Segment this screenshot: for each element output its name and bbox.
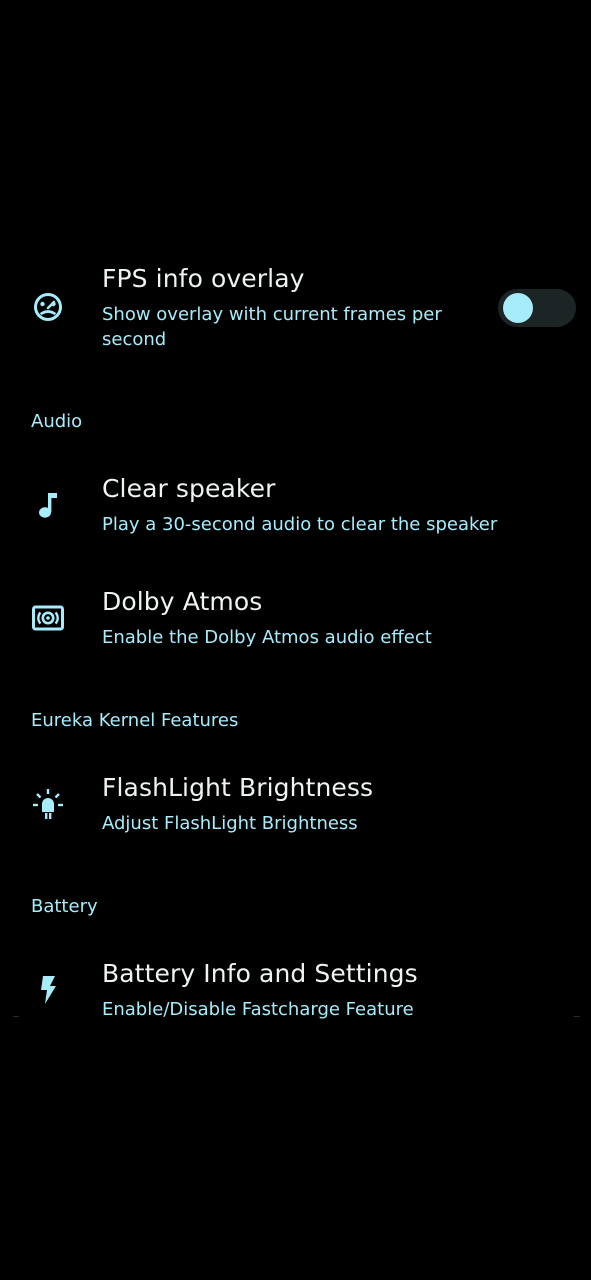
pref-clear-speaker[interactable]: Clear speaker Play a 30-second audio to … [0, 465, 591, 565]
pref-title: FPS info overlay [102, 264, 305, 293]
edge-mark-right [574, 1016, 580, 1017]
category-header-battery: Battery [31, 896, 98, 917]
pref-title: Dolby Atmos [102, 587, 263, 616]
pref-title: Battery Info and Settings [102, 959, 418, 988]
surround-sound-icon [30, 600, 66, 636]
switch-thumb [503, 293, 533, 323]
pref-summary: Enable/Disable Fastcharge Feature [102, 999, 414, 1020]
fps-overlay-switch[interactable] [498, 289, 576, 327]
pref-summary: Show overlay with current frames per sec… [102, 304, 442, 350]
pref-title: FlashLight Brightness [102, 773, 374, 802]
pref-dolby-atmos[interactable]: Dolby Atmos Enable the Dolby Atmos audio… [0, 578, 591, 678]
speedometer-face-icon [30, 289, 66, 325]
lightning-bolt-icon [30, 972, 66, 1008]
pref-title: Clear speaker [102, 474, 276, 503]
pref-battery-info[interactable]: Battery Info and Settings Enable/Disable… [0, 950, 591, 1050]
category-header-audio: Audio [31, 411, 83, 432]
pref-flashlight-brightness[interactable]: FlashLight Brightness Adjust FlashLight … [0, 764, 591, 864]
music-note-icon [30, 487, 66, 523]
pref-summary: Play a 30-second audio to clear the spea… [102, 514, 498, 535]
category-header-kernel: Eureka Kernel Features [31, 710, 239, 731]
pref-summary: Enable the Dolby Atmos audio effect [102, 627, 432, 648]
edge-mark-left [13, 1016, 19, 1017]
pref-summary: Adjust FlashLight Brightness [102, 813, 358, 834]
flashlight-bulb-icon [30, 786, 66, 822]
